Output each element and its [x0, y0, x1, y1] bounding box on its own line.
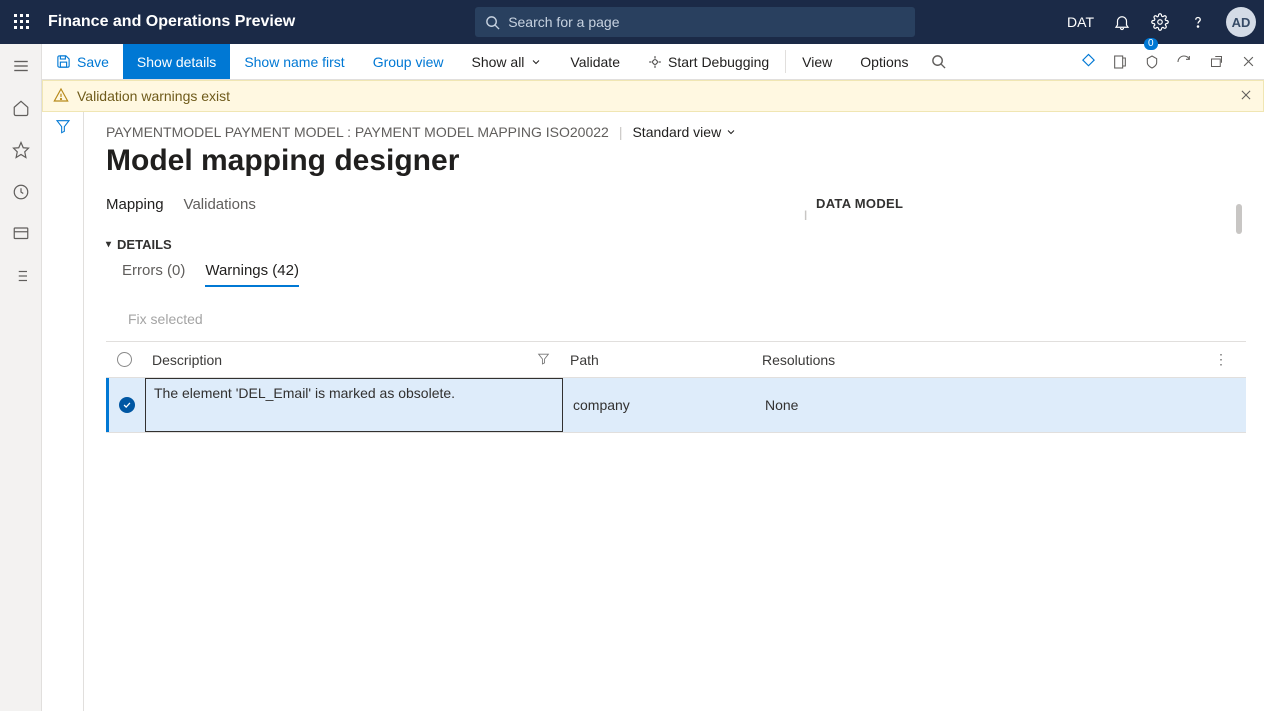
group-view-button[interactable]: Group view: [359, 44, 458, 79]
show-details-button[interactable]: Show details: [123, 44, 230, 79]
attachment-icon[interactable]: [1072, 44, 1104, 79]
scrollbar-thumb[interactable]: [1236, 204, 1242, 234]
page-title: Model mapping designer: [106, 144, 1246, 178]
details-label: DETAILS: [117, 237, 172, 252]
warnings-table: Description Path Resolutions ⋮: [106, 341, 1246, 433]
filter-column: [42, 112, 84, 711]
action-bar: Save Show details Show name first Group …: [42, 44, 1264, 80]
modules-icon[interactable]: [7, 262, 35, 290]
col-resolutions[interactable]: Resolutions ⋮: [752, 343, 1246, 376]
table-row[interactable]: The element 'DEL_Email' is marked as obs…: [106, 378, 1246, 432]
table-header: Description Path Resolutions ⋮: [106, 342, 1246, 378]
options-button[interactable]: Options: [846, 44, 922, 79]
top-navbar: Finance and Operations Preview Search fo…: [0, 0, 1264, 44]
breadcrumb: PAYMENTMODEL PAYMENT MODEL : PAYMENT MOD…: [106, 124, 1246, 140]
badge-count: 0: [1144, 38, 1158, 50]
help-icon[interactable]: [1188, 12, 1208, 32]
home-icon[interactable]: [7, 94, 35, 122]
save-button[interactable]: Save: [42, 44, 123, 79]
debug-icon: [648, 55, 662, 69]
banner-text: Validation warnings exist: [77, 88, 230, 104]
bell-icon[interactable]: [1112, 12, 1132, 32]
workspace-icon[interactable]: [7, 220, 35, 248]
show-all-label: Show all: [472, 54, 525, 70]
banner-close-icon[interactable]: [1239, 88, 1253, 105]
search-placeholder: Search for a page: [508, 14, 619, 30]
search-action-icon[interactable]: [923, 44, 955, 79]
view-selector[interactable]: Standard view: [632, 124, 737, 140]
chevron-down-icon: [725, 126, 737, 138]
start-debugging-button[interactable]: Start Debugging: [634, 44, 783, 79]
details-toggle[interactable]: ▾ DETAILS: [106, 237, 796, 252]
data-model-heading: DATA MODEL: [816, 196, 903, 211]
col-description[interactable]: Description: [142, 344, 560, 376]
description-cell-input[interactable]: The element 'DEL_Email' is marked as obs…: [145, 378, 563, 432]
validate-button[interactable]: Validate: [556, 44, 634, 79]
office-icon[interactable]: [1104, 44, 1136, 79]
hamburger-icon[interactable]: [7, 52, 35, 80]
app-launcher-icon[interactable]: [8, 8, 36, 36]
row-checkbox-checked[interactable]: [119, 397, 135, 413]
clock-icon[interactable]: [7, 178, 35, 206]
warning-banner: Validation warnings exist: [42, 80, 1264, 112]
col-path[interactable]: Path: [560, 344, 752, 376]
start-debugging-label: Start Debugging: [668, 54, 769, 70]
warning-icon: [53, 87, 69, 106]
fix-selected-button: Fix selected: [128, 311, 1246, 327]
drag-handle-icon[interactable]: ||: [804, 210, 805, 221]
left-nav-rail: [0, 44, 42, 711]
close-icon[interactable]: [1232, 44, 1264, 79]
tab-validations[interactable]: Validations: [184, 196, 256, 217]
company-code[interactable]: DAT: [1067, 14, 1094, 30]
show-all-button[interactable]: Show all: [458, 44, 557, 79]
refresh-icon[interactable]: [1168, 44, 1200, 79]
app-title: Finance and Operations Preview: [48, 13, 295, 31]
filter-icon[interactable]: [537, 352, 550, 368]
tab-mapping[interactable]: Mapping: [106, 196, 164, 217]
resolutions-cell: None: [755, 378, 1246, 432]
save-label: Save: [77, 54, 109, 70]
caret-down-icon: ▾: [106, 239, 111, 250]
detail-tabs: Errors (0) Warnings (42): [122, 262, 796, 287]
view-button[interactable]: View: [788, 44, 846, 79]
avatar[interactable]: AD: [1226, 7, 1256, 37]
star-icon[interactable]: [7, 136, 35, 164]
select-all-checkbox[interactable]: [117, 352, 132, 367]
more-columns-icon[interactable]: ⋮: [1214, 351, 1236, 368]
search-input[interactable]: Search for a page: [475, 7, 915, 37]
tab-errors[interactable]: Errors (0): [122, 262, 185, 287]
show-name-first-button[interactable]: Show name first: [230, 44, 358, 79]
gear-icon[interactable]: [1150, 12, 1170, 32]
badge-icon[interactable]: 0: [1136, 44, 1168, 79]
popout-icon[interactable]: [1200, 44, 1232, 79]
chevron-down-icon: [530, 56, 542, 68]
view-label: Standard view: [632, 124, 721, 140]
col-resolutions-label: Resolutions: [762, 352, 835, 368]
breadcrumb-text: PAYMENTMODEL PAYMENT MODEL : PAYMENT MOD…: [106, 124, 609, 140]
tab-warnings[interactable]: Warnings (42): [205, 262, 299, 287]
primary-tabs: Mapping Validations: [106, 196, 796, 217]
path-cell: company: [563, 378, 755, 432]
col-description-label: Description: [152, 352, 222, 368]
funnel-icon[interactable]: [55, 118, 71, 711]
